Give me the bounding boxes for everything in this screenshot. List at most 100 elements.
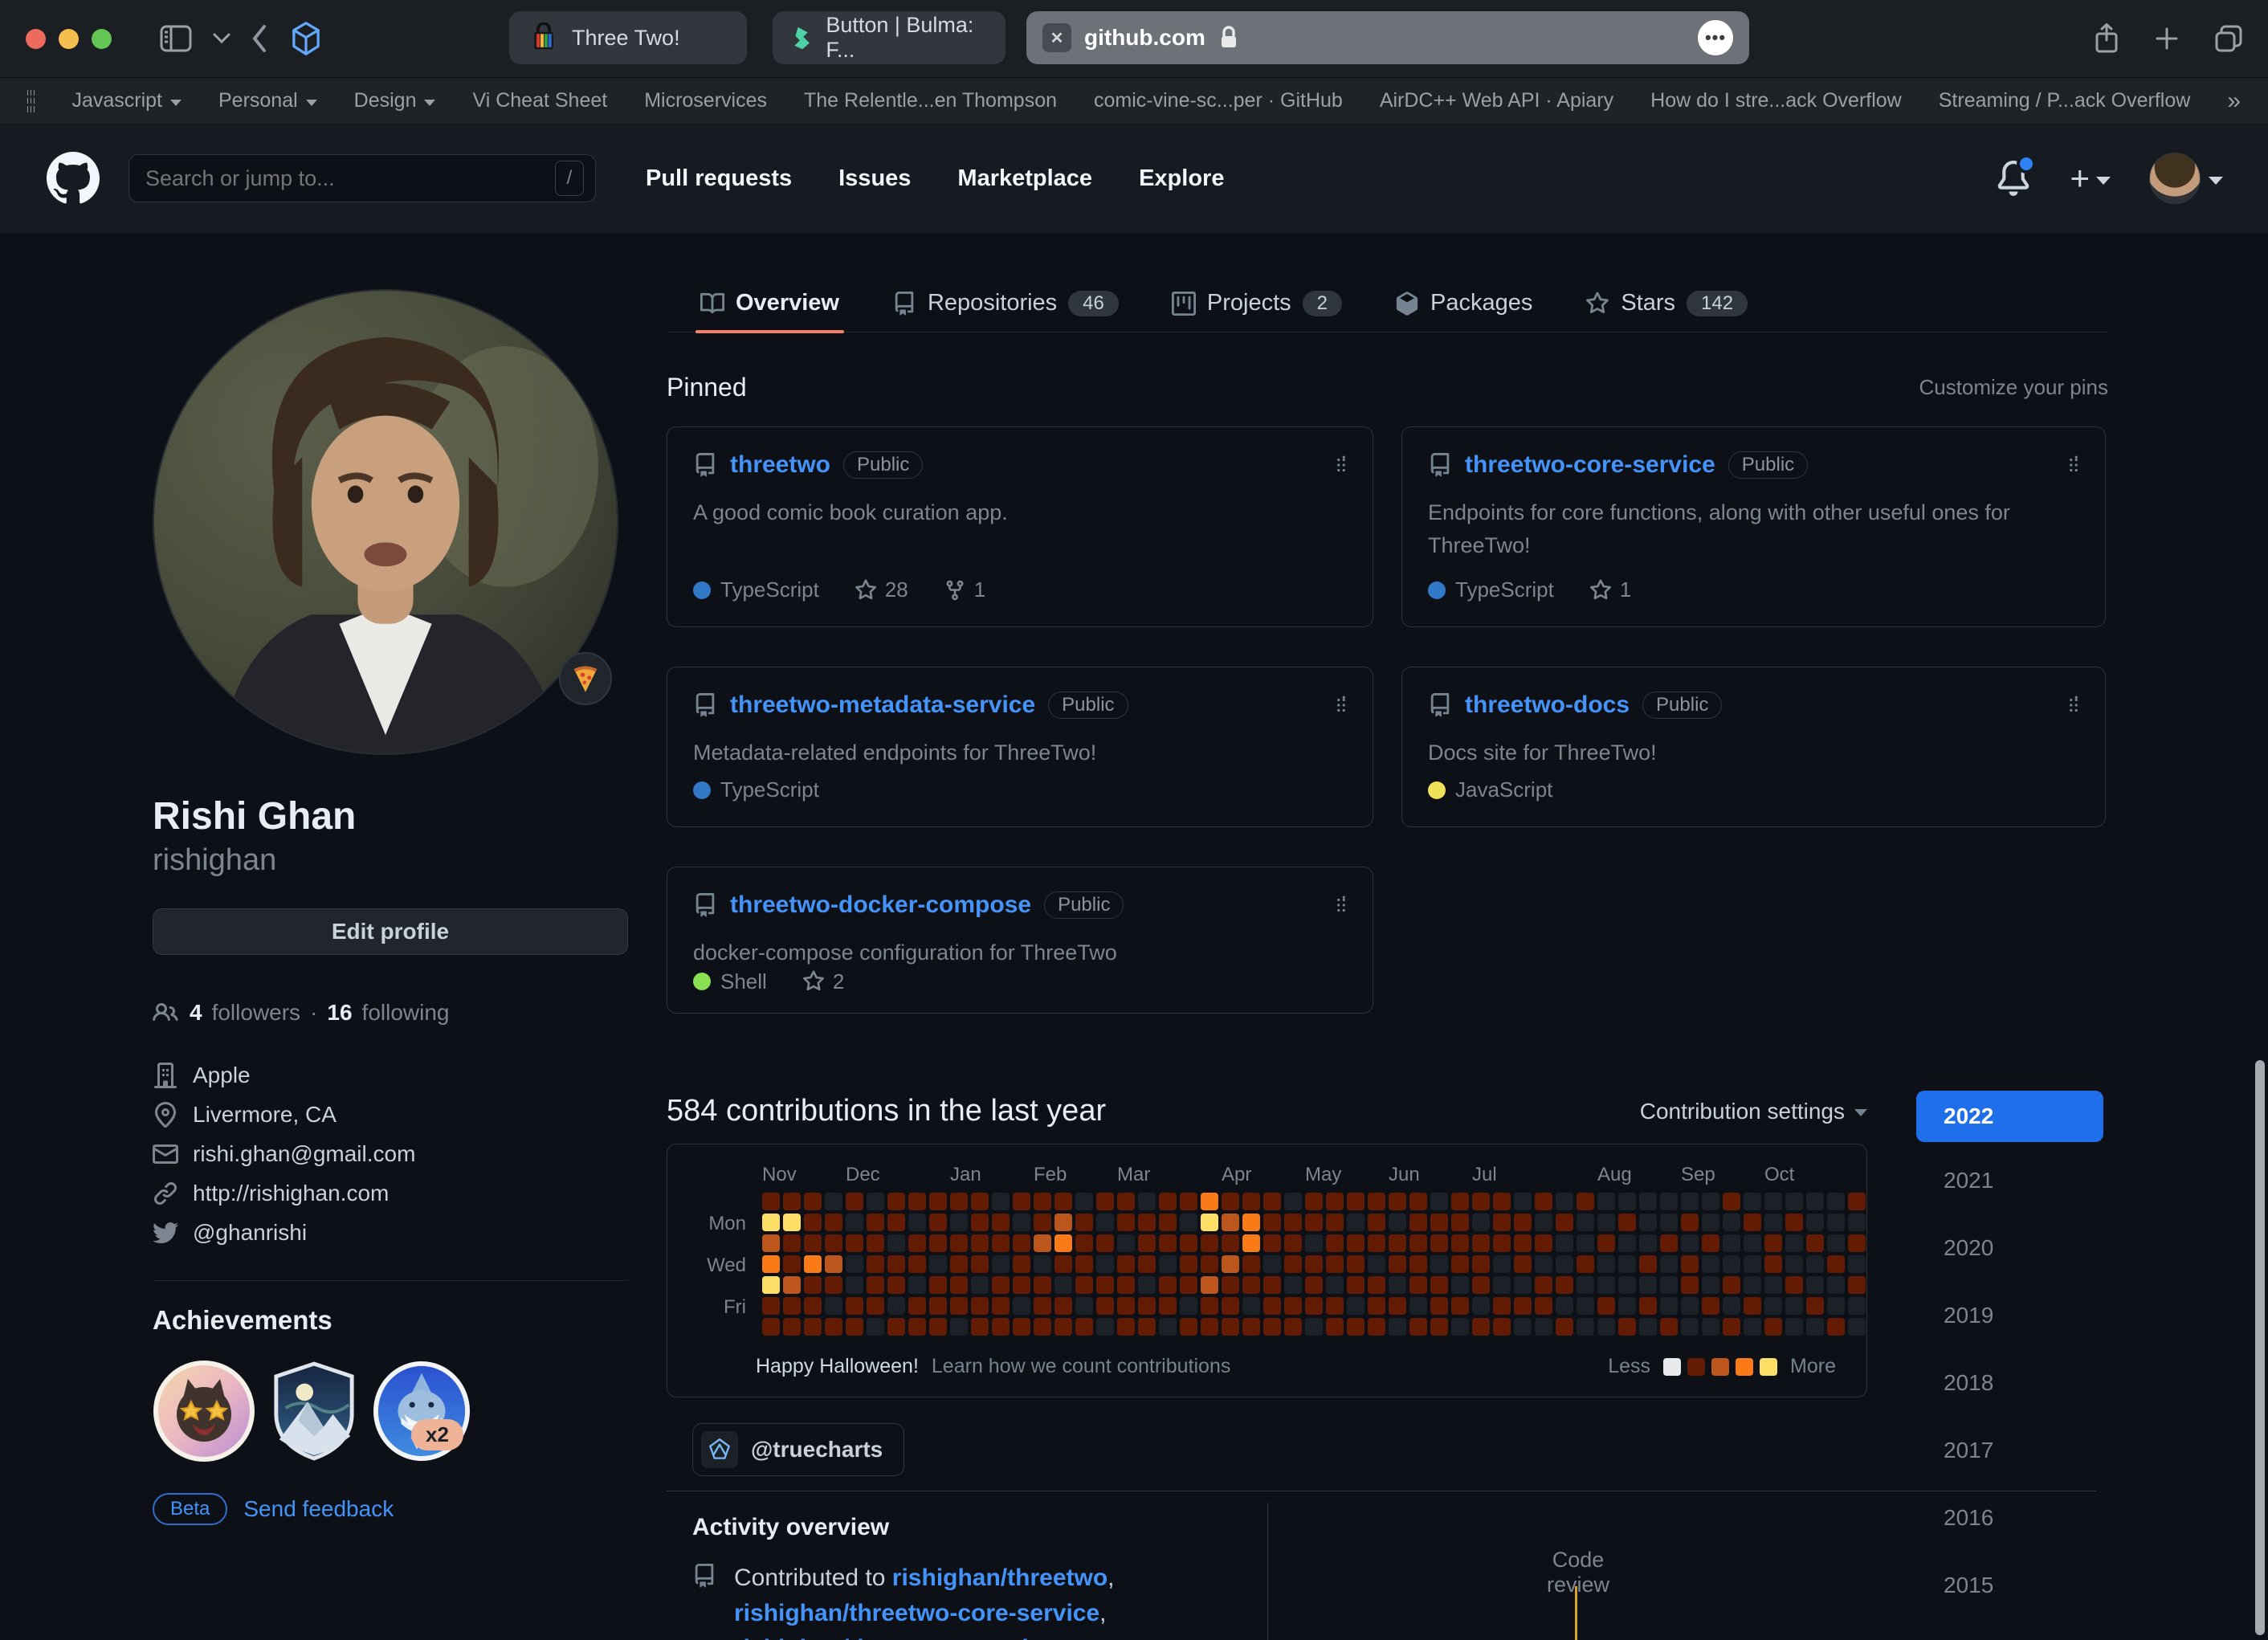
contribution-cell[interactable] [846,1193,863,1210]
contribution-cell[interactable] [1451,1255,1469,1273]
contribution-cell[interactable] [1577,1214,1594,1231]
contribution-cell[interactable] [1556,1214,1573,1231]
contribution-cell[interactable] [1222,1318,1239,1336]
contribution-cell[interactable] [1535,1276,1552,1294]
contribution-cell[interactable] [1305,1234,1323,1252]
contribution-cell[interactable] [1409,1297,1427,1315]
contribution-cell[interactable] [1201,1276,1218,1294]
contribution-cell[interactable] [1284,1234,1302,1252]
contribution-cell[interactable] [1660,1318,1678,1336]
contribution-cell[interactable] [1305,1193,1323,1210]
contribution-cell[interactable] [1222,1276,1239,1294]
contribution-cell[interactable] [825,1193,842,1210]
contribution-cell[interactable] [1242,1214,1260,1231]
contribution-cell[interactable] [950,1193,968,1210]
contribution-cell[interactable] [1556,1255,1573,1273]
contribution-cell[interactable] [1535,1255,1552,1273]
contribution-cell[interactable] [908,1318,926,1336]
contribution-cell[interactable] [1514,1276,1532,1294]
contribution-cell[interactable] [1702,1297,1719,1315]
contribution-cell[interactable] [1409,1234,1427,1252]
contribution-cell[interactable] [1785,1255,1803,1273]
contribution-cell[interactable] [1827,1255,1845,1273]
contribution-cell[interactable] [971,1318,989,1336]
contributed-repo-link[interactable]: rishighan/threetwo [892,1565,1107,1591]
contribution-cell[interactable] [1702,1234,1719,1252]
contribution-cell[interactable] [1013,1193,1030,1210]
contribution-cell[interactable] [825,1234,842,1252]
contribution-cell[interactable] [1451,1193,1469,1210]
contribution-cell[interactable] [1305,1276,1323,1294]
contribution-cell[interactable] [1159,1234,1177,1252]
create-new-button[interactable]: + [2070,159,2111,198]
contribution-cell[interactable] [1305,1297,1323,1315]
contribution-cell[interactable] [1368,1318,1385,1336]
repo-link[interactable]: threetwo-metadata-service [730,691,1035,719]
contribution-cell[interactable] [1514,1318,1532,1336]
contribution-cell[interactable] [1054,1276,1072,1294]
contribution-cell[interactable] [1660,1276,1678,1294]
contribution-cell[interactable] [1222,1234,1239,1252]
contribution-cell[interactable] [867,1276,884,1294]
tab-stars[interactable]: Stars142 [1585,275,1748,332]
send-feedback-link[interactable]: Send feedback [243,1496,394,1522]
contribution-cell[interactable] [1263,1276,1281,1294]
contribution-cell[interactable] [1389,1318,1406,1336]
github-search[interactable]: / [128,154,596,202]
contribution-cell[interactable] [992,1234,1010,1252]
contribution-cell[interactable] [1347,1297,1364,1315]
contribution-cell[interactable] [1639,1255,1657,1273]
contribution-cell[interactable] [1514,1255,1532,1273]
repo-link[interactable]: threetwo-core-service [1465,451,1715,479]
contribution-cell[interactable] [929,1214,947,1231]
arctic-code-vault-badge[interactable] [270,1360,358,1463]
contribution-cell[interactable] [1284,1276,1302,1294]
contribution-cell[interactable] [1848,1297,1866,1315]
contribution-cell[interactable] [1326,1276,1344,1294]
contribution-cell[interactable] [950,1255,968,1273]
contribution-cell[interactable] [1159,1214,1177,1231]
contribution-cell[interactable] [1681,1255,1699,1273]
contribution-cell[interactable] [783,1255,801,1273]
contribution-cell[interactable] [1034,1297,1051,1315]
sidebar-chevron-icon[interactable] [213,33,230,44]
contribution-cell[interactable] [1054,1234,1072,1252]
contribution-cell[interactable] [1806,1297,1824,1315]
tab-projects[interactable]: Projects2 [1172,275,1342,332]
contribution-cell[interactable] [1723,1255,1740,1273]
contribution-cell[interactable] [1159,1297,1177,1315]
contribution-cell[interactable] [867,1214,884,1231]
contribution-cell[interactable] [1368,1234,1385,1252]
contribution-cell[interactable] [1472,1193,1490,1210]
contribution-cell[interactable] [1556,1276,1573,1294]
contribution-cell[interactable] [1075,1318,1093,1336]
contribution-cell[interactable] [1326,1255,1344,1273]
contribution-cell[interactable] [1785,1297,1803,1315]
contribution-cell[interactable] [1075,1214,1093,1231]
contribution-cell[interactable] [1764,1297,1782,1315]
contribution-cell[interactable] [1159,1255,1177,1273]
contribution-cell[interactable] [804,1214,822,1231]
contribution-cell[interactable] [1347,1234,1364,1252]
contribution-cell[interactable] [887,1234,905,1252]
bookmark-item[interactable]: Streaming / P...ack Overflow [1939,89,2191,112]
contribution-cell[interactable] [1389,1276,1406,1294]
contribution-cell[interactable] [1827,1297,1845,1315]
contribution-cell[interactable] [1618,1318,1636,1336]
browser-tab-threetwo[interactable]: Three Two! [509,11,747,64]
contribution-cell[interactable] [1723,1234,1740,1252]
contribution-cell[interactable] [1075,1297,1093,1315]
contribution-cell[interactable] [1597,1297,1615,1315]
contribution-cell[interactable] [867,1255,884,1273]
github-nav-pull-requests[interactable]: Pull requests [646,165,792,192]
contribution-cell[interactable] [1806,1193,1824,1210]
close-window-button[interactable] [26,29,46,49]
contribution-cell[interactable] [1681,1193,1699,1210]
twitter-link[interactable]: @ghanrishi [193,1220,307,1246]
contribution-cell[interactable] [1096,1193,1114,1210]
contribution-cell[interactable] [1201,1255,1218,1273]
status-badge[interactable] [559,652,612,705]
contribution-cell[interactable] [762,1297,780,1315]
address-bar[interactable]: ✕ github.com ••• [1026,11,1749,64]
contribution-cell[interactable] [1535,1214,1552,1231]
